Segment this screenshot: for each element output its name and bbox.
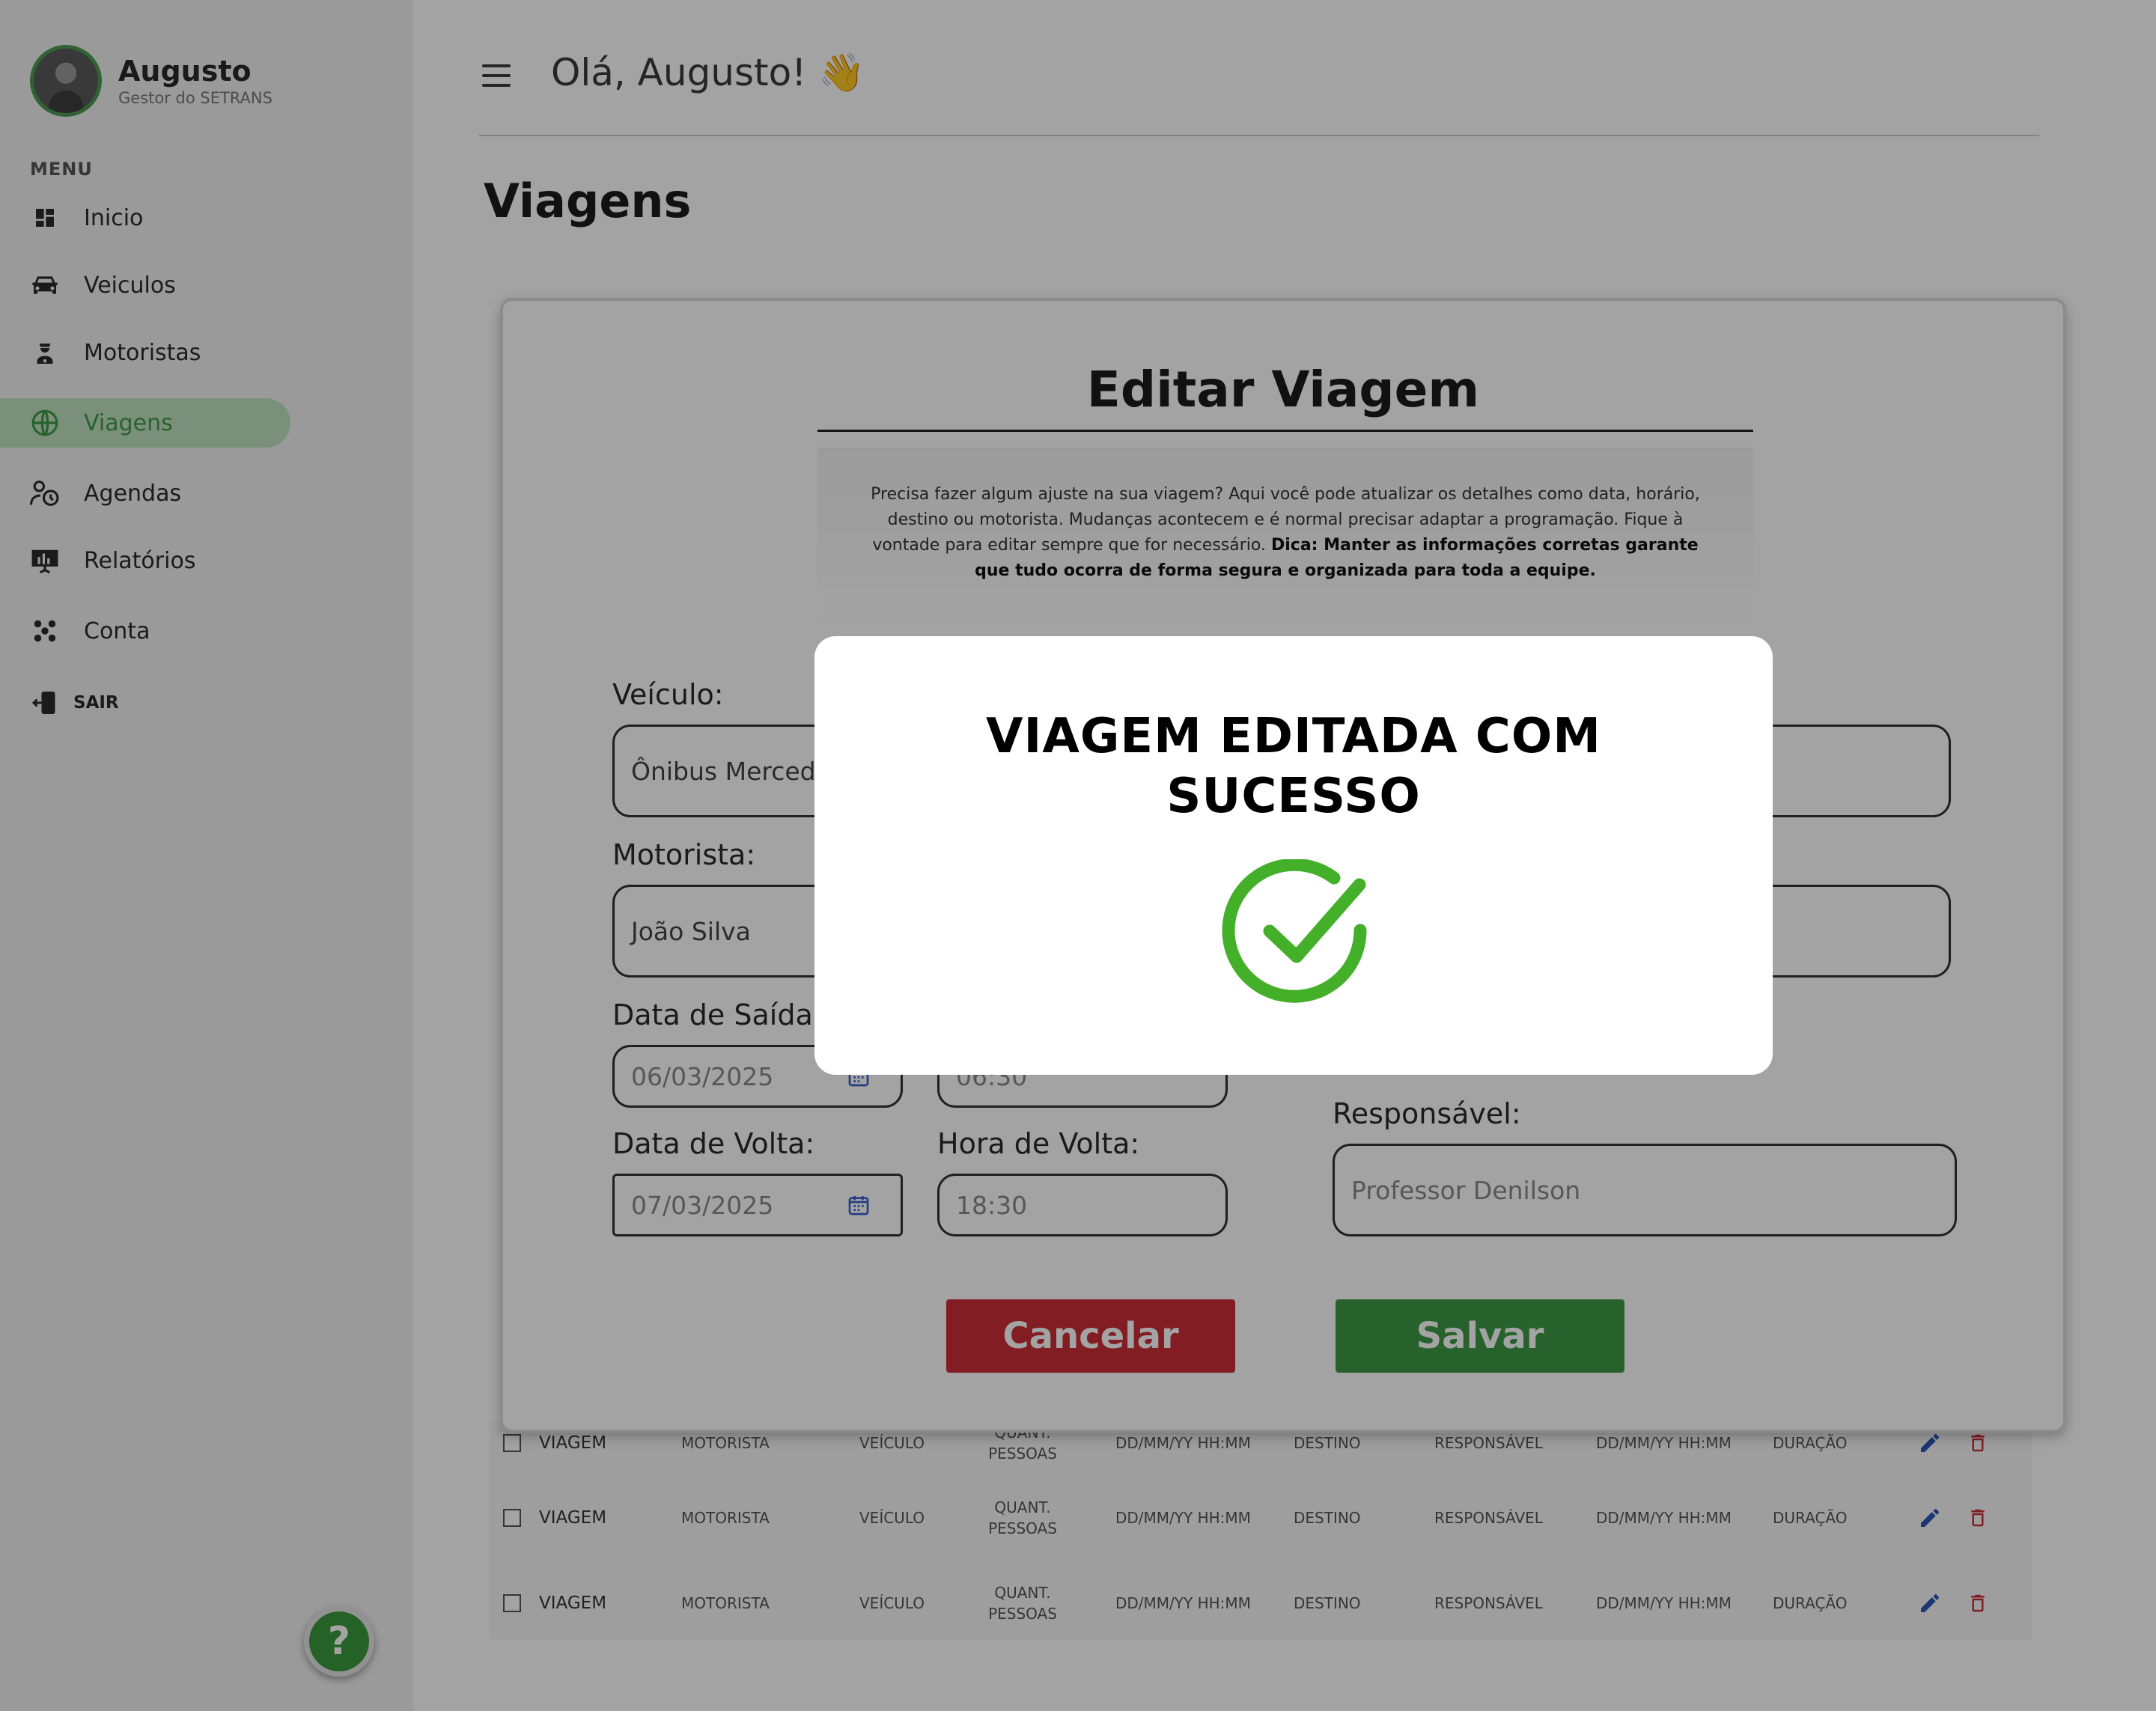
check-circle-icon [1222, 859, 1367, 1003]
success-message-line1: VIAGEM EDITADA COM [986, 709, 1601, 764]
success-modal: VIAGEM EDITADA COM SUCESSO [814, 636, 1773, 1075]
success-message-line2: SUCESSO [1166, 769, 1421, 824]
success-message: VIAGEM EDITADA COM SUCESSO [814, 707, 1773, 826]
